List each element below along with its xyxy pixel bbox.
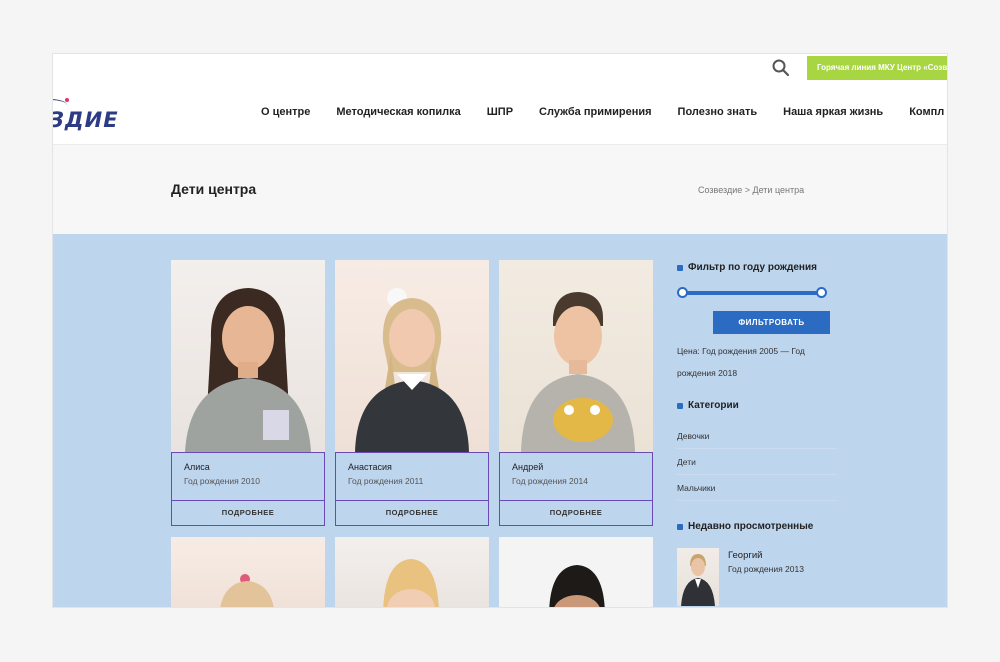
- child-photo[interactable]: [335, 260, 489, 452]
- recent-name[interactable]: Георгий: [728, 550, 804, 561]
- hotline-button[interactable]: Горячая линия МКУ Центр «Созв: [807, 56, 947, 80]
- nav-item-reconciliation[interactable]: Служба примирения: [539, 106, 652, 118]
- browser-viewport: Горячая линия МКУ Центр «Созв ЗДИЕ О цен…: [52, 53, 948, 608]
- child-year: Год рождения 2014: [512, 476, 588, 486]
- nav-item-methodical[interactable]: Методическая копилка: [336, 106, 460, 118]
- breadcrumb[interactable]: Созвездие > Дети центра: [698, 185, 804, 195]
- page-title: Дети центра: [171, 181, 257, 197]
- child-card: Алиса Год рождения 2010 ПОДРОБНЕЕ: [171, 260, 325, 526]
- nav-item-shpr[interactable]: ШПР: [487, 106, 513, 118]
- child-photo[interactable]: [499, 537, 653, 607]
- sidebar: Фильтр по году рождения ФИЛЬТРОВАТЬ Цена…: [677, 234, 837, 606]
- site-header: Горячая линия МКУ Центр «Созв ЗДИЕ О цен…: [53, 54, 947, 144]
- slider-track: [681, 291, 823, 295]
- child-card: Анастасия Год рождения 2011 ПОДРОБНЕЕ: [335, 260, 489, 526]
- range-text: Цена: Год рождения 2005 — Год рождения 2…: [677, 346, 805, 378]
- main-nav: О центре Методическая копилка ШПР Служба…: [261, 106, 947, 118]
- nav-item-about[interactable]: О центре: [261, 106, 310, 118]
- child-name[interactable]: Алиса: [184, 462, 312, 472]
- details-button[interactable]: ПОДРОБНЕЕ: [171, 500, 325, 526]
- filter-button[interactable]: ФИЛЬТРОВАТЬ: [713, 311, 830, 334]
- category-item-children[interactable]: Дети: [677, 449, 837, 475]
- logo-star-icon: [65, 98, 69, 102]
- main-content: Алиса Год рождения 2010 ПОДРОБНЕЕ Анаста…: [53, 234, 947, 607]
- details-button[interactable]: ПОДРОБНЕЕ: [335, 500, 489, 526]
- child-year: Год рождения 2011: [348, 476, 424, 486]
- site-logo[interactable]: ЗДИЕ: [53, 108, 119, 132]
- recently-viewed-title: Недавно просмотренные: [677, 521, 837, 532]
- slider-handle-min[interactable]: [677, 287, 688, 298]
- filter-widget-title: Фильтр по году рождения: [677, 262, 837, 273]
- slider-handle-max[interactable]: [816, 287, 827, 298]
- recent-text: Георгий Год рождения 2013: [728, 550, 804, 606]
- child-info: Анастасия Год рождения 2011: [335, 452, 489, 500]
- child-name[interactable]: Анастасия: [348, 462, 476, 472]
- child-photo[interactable]: [335, 537, 489, 607]
- child-year: Год рождения 2010: [184, 476, 260, 486]
- categories-list: Девочки Дети Мальчики: [677, 423, 837, 501]
- categories-title: Категории: [677, 400, 837, 411]
- child-card: Андрей Год рождения 2014 ПОДРОБНЕЕ: [499, 260, 653, 526]
- child-photo[interactable]: [171, 537, 325, 607]
- child-photo[interactable]: [499, 260, 653, 452]
- child-photo[interactable]: [171, 260, 325, 452]
- nav-item-life[interactable]: Наша яркая жизнь: [783, 106, 883, 118]
- category-item-girls[interactable]: Девочки: [677, 423, 837, 449]
- child-info: Андрей Год рождения 2014: [499, 452, 653, 500]
- search-icon[interactable]: [771, 58, 791, 78]
- child-name[interactable]: Андрей: [512, 462, 640, 472]
- nav-item-more[interactable]: Компл: [909, 106, 944, 118]
- recently-viewed-item: Георгий Год рождения 2013: [677, 548, 837, 606]
- recent-thumbnail[interactable]: [677, 548, 719, 606]
- category-item-boys[interactable]: Мальчики: [677, 475, 837, 501]
- nav-item-useful[interactable]: Полезно знать: [678, 106, 758, 118]
- details-button[interactable]: ПОДРОБНЕЕ: [499, 500, 653, 526]
- child-info: Алиса Год рождения 2010: [171, 452, 325, 500]
- page-title-bar: Дети центра Созвездие > Дети центра: [53, 144, 947, 234]
- recent-year: Год рождения 2013: [728, 564, 804, 574]
- year-range-slider[interactable]: [677, 287, 827, 299]
